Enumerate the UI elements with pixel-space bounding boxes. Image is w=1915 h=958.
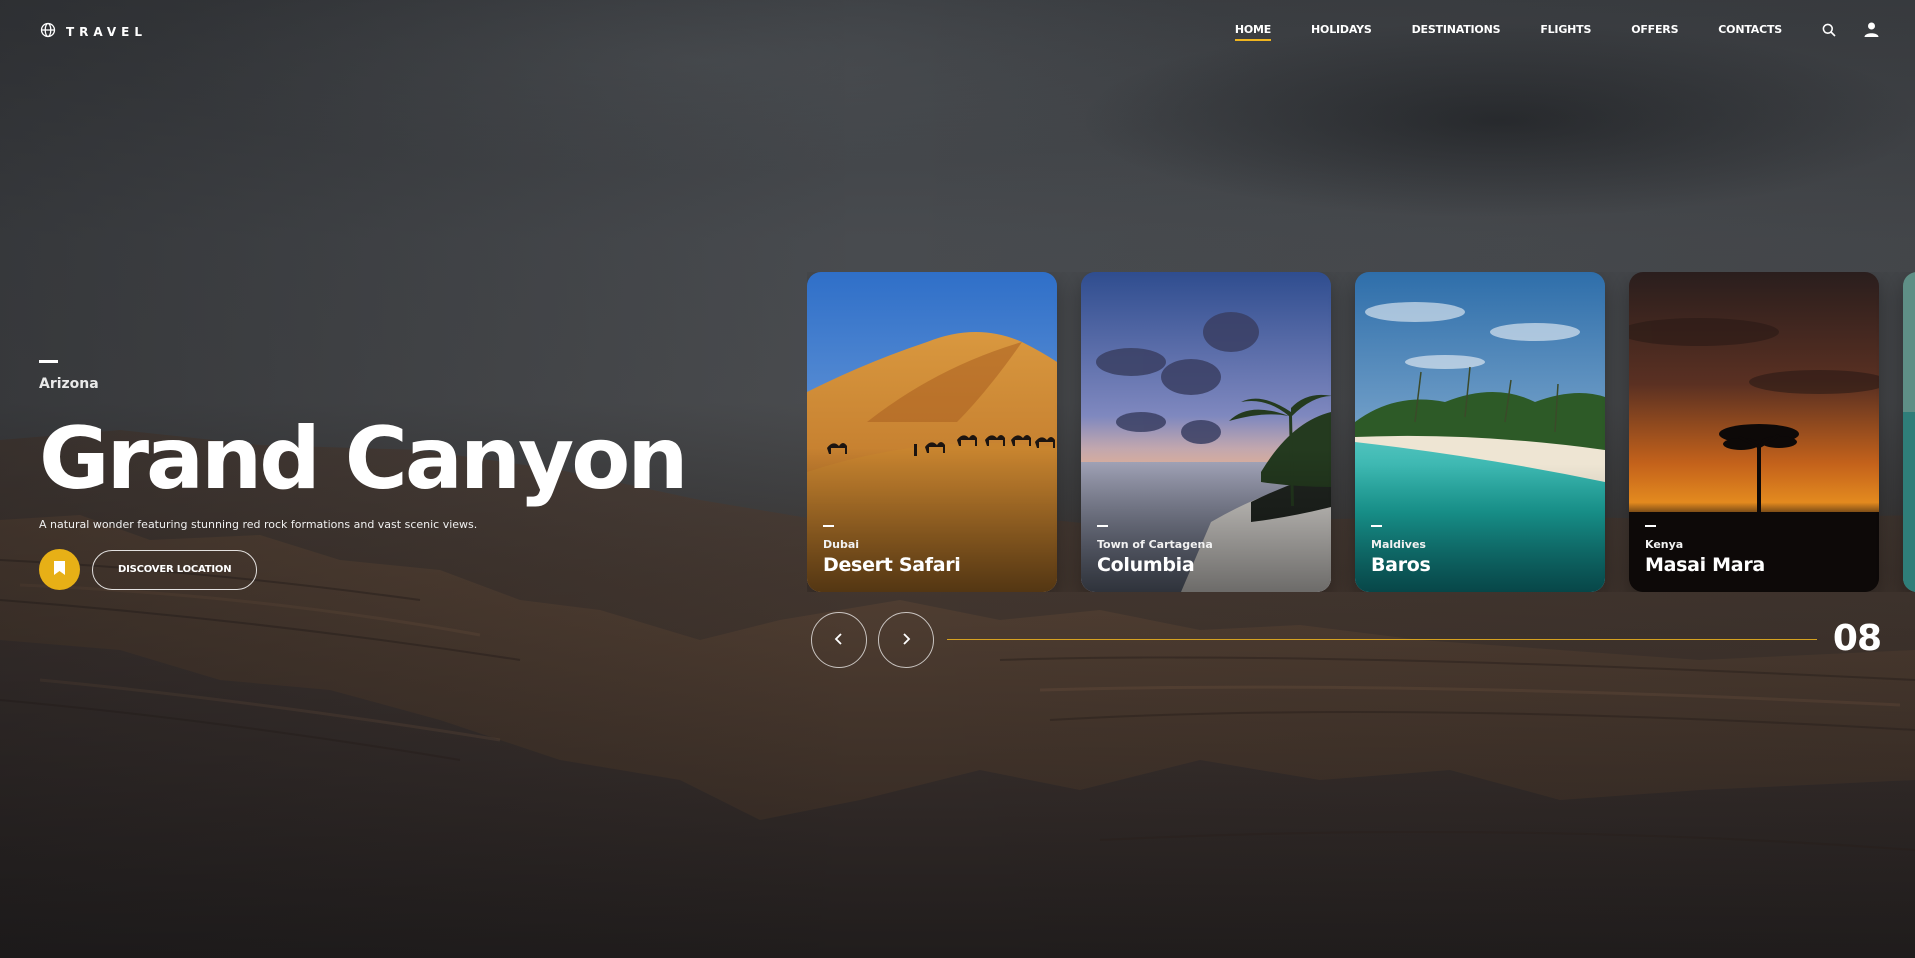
hero-title: Grand Canyon: [39, 409, 689, 509]
next-slide-button[interactable]: [878, 612, 934, 668]
prev-slide-button[interactable]: [811, 612, 867, 668]
hero-section: Arizona Grand Canyon A natural wonder fe…: [39, 360, 759, 590]
destination-card-baros[interactable]: Maldives Baros: [1355, 272, 1605, 592]
logo-text: TRAVEL: [66, 25, 148, 39]
card-caption: Town of Cartagena Columbia: [1097, 525, 1213, 576]
discover-location-button[interactable]: DISCOVER LOCATION: [92, 549, 258, 590]
bookmark-icon: [54, 560, 65, 579]
card-caption: Kenya Masai Mara: [1645, 525, 1765, 576]
card-place: Kenya: [1645, 538, 1684, 551]
chevron-right-icon: [901, 631, 911, 650]
nav-item-holidays[interactable]: HOLIDAYS: [1311, 23, 1372, 36]
card-place: Maldives: [1371, 538, 1426, 551]
destination-card-next-partial[interactable]: [1903, 272, 1915, 592]
destination-card-columbia[interactable]: Town of Cartagena Columbia: [1081, 272, 1331, 592]
card-caption: Maldives Baros: [1371, 525, 1431, 576]
card-title: Desert Safari: [823, 554, 961, 576]
destination-card-desert-safari[interactable]: Dubai Desert Safari: [807, 272, 1057, 592]
card-caption: Dubai Desert Safari: [823, 525, 961, 576]
nav-item-home[interactable]: HOME: [1234, 23, 1272, 41]
card-divider: [1371, 525, 1382, 527]
nav-item-flights[interactable]: FLIGHTS: [1540, 23, 1591, 36]
card-place: Town of Cartagena: [1097, 538, 1213, 551]
hero-divider: [39, 360, 58, 363]
user-icon[interactable]: [1864, 22, 1879, 37]
next-card-image: [1903, 272, 1915, 592]
nav-item-destinations[interactable]: DESTINATIONS: [1412, 23, 1501, 36]
site-header: TRAVEL HOME HOLIDAYS DESTINATIONS FLIGHT…: [0, 0, 1915, 62]
slide-number: 08: [1832, 618, 1882, 659]
bookmark-button[interactable]: [39, 549, 80, 590]
slider-progress-line: [947, 639, 1817, 640]
card-title: Columbia: [1097, 554, 1195, 576]
chevron-left-icon: [834, 631, 844, 650]
card-divider: [1097, 525, 1108, 527]
nav-item-contacts[interactable]: CONTACTS: [1718, 23, 1782, 36]
nav-item-offers[interactable]: OFFERS: [1631, 23, 1678, 36]
hero-location: Arizona: [39, 376, 99, 392]
hero-actions: DISCOVER LOCATION: [39, 549, 759, 590]
logo[interactable]: TRAVEL: [40, 22, 147, 42]
globe-icon: [40, 22, 56, 42]
card-divider: [823, 525, 834, 527]
card-title: Baros: [1371, 554, 1431, 576]
card-place: Dubai: [823, 538, 860, 551]
card-divider: [1645, 525, 1656, 527]
destination-card-masai-mara[interactable]: Kenya Masai Mara: [1629, 272, 1879, 592]
hero-description: A natural wonder featuring stunning red …: [39, 518, 478, 531]
card-title: Masai Mara: [1645, 554, 1765, 576]
search-icon[interactable]: [1822, 23, 1836, 37]
slider-controls: 08: [811, 612, 1882, 668]
destination-carousel: Dubai Desert Safari Town of Cartagena Co…: [807, 272, 1915, 592]
main-nav: HOME HOLIDAYS DESTINATIONS FLIGHTS OFFER…: [1195, 22, 1915, 41]
